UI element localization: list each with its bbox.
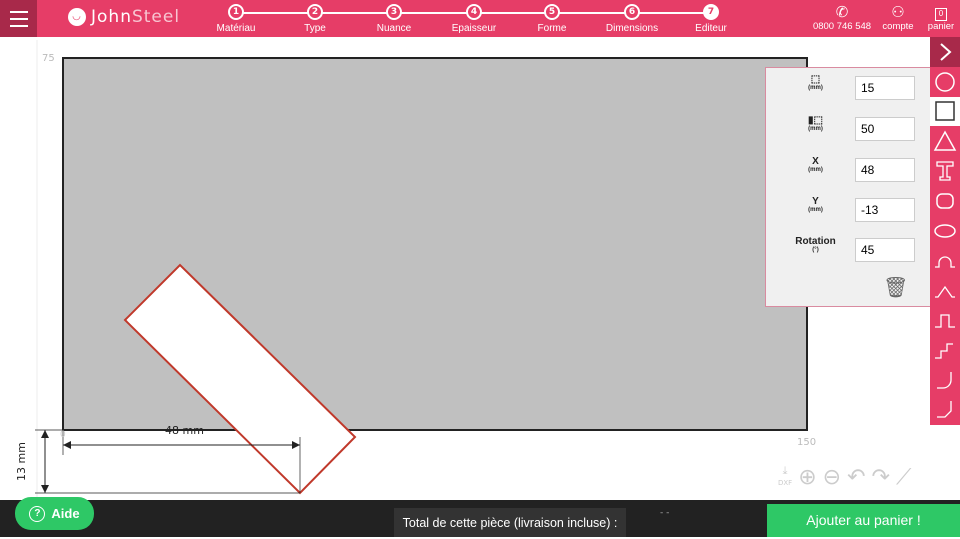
ruler-y-label: 75 (42, 53, 55, 64)
chevron-right-icon (940, 43, 952, 61)
ruler-x-label: 150 (797, 437, 817, 448)
trash-icon[interactable]: 🗑 (883, 275, 908, 299)
arc-tool[interactable] (930, 246, 960, 276)
plate (62, 57, 808, 431)
triangle-tool[interactable] (930, 126, 960, 156)
arc-icon (935, 256, 955, 269)
width-label: ▮⬚ (mm) (808, 115, 823, 132)
rotation-row: Rotation (°) (766, 236, 932, 266)
height-input[interactable] (855, 76, 915, 100)
triangle-icon (933, 130, 957, 152)
ruler-origin-label: 0 (60, 430, 66, 440)
rectangle-tool[interactable] (930, 96, 960, 127)
round-corner-tool[interactable] (930, 365, 960, 395)
collapse-toolbar-button[interactable] (930, 37, 960, 67)
chevron-tool[interactable] (930, 275, 960, 305)
shape-toolbar (930, 37, 960, 425)
width-input[interactable] (855, 117, 915, 141)
angle-corner-icon (937, 401, 952, 419)
help-label: Aide (51, 506, 80, 521)
step-icon (935, 314, 955, 328)
square-icon (935, 101, 955, 122)
oblong-tool[interactable] (930, 186, 960, 216)
ruler-icon[interactable]: ⟋ (896, 465, 911, 490)
step-tool[interactable] (930, 305, 960, 335)
caret-icon (935, 286, 955, 298)
add-to-cart-button[interactable]: Ajouter au panier ! (767, 504, 960, 537)
help-button[interactable]: ? Aide (15, 497, 94, 530)
y-label: Y (mm) (808, 196, 823, 213)
height-row: ⬚ (mm) (766, 74, 932, 104)
dim-y-label: 13 mm (14, 442, 28, 481)
total-value: - - (660, 508, 670, 518)
round-corner-icon (937, 371, 952, 389)
rotation-label: Rotation (°) (795, 236, 836, 253)
circle-tool[interactable] (930, 67, 960, 97)
dxf-download-icon[interactable]: ⤓ DXF (778, 465, 792, 490)
redo-icon[interactable]: ↷ (872, 465, 890, 490)
undo-icon[interactable]: ↶ (847, 465, 865, 490)
properties-panel: ⬚(mm) ▮⬚(mm) X(mm) Y(mm) Rotation(°) 🗑 (765, 67, 931, 307)
height-label: ⬚ (mm) (808, 74, 823, 91)
y-input[interactable] (855, 198, 915, 222)
t-profile-tool[interactable] (930, 156, 960, 186)
ellipse-icon (934, 223, 956, 238)
dim-x-label: 48 mm (165, 424, 204, 437)
zoom-in-icon[interactable]: ⊕ (798, 465, 816, 490)
width-row: ▮⬚ (mm) (766, 115, 932, 145)
ellipse-tool[interactable] (930, 216, 960, 246)
view-tools: ⤓ DXF ⊕ ⊖ ↶ ↷ ⟋ (778, 465, 911, 490)
circle-icon (935, 71, 955, 92)
rotation-input[interactable] (855, 238, 915, 262)
x-input[interactable] (855, 158, 915, 182)
x-label: X (mm) (808, 156, 823, 173)
total-label: Total de cette pièce (livraison incluse)… (394, 508, 626, 537)
double-step-icon (935, 343, 953, 359)
double-step-tool[interactable] (930, 335, 960, 365)
x-row: X (mm) (766, 156, 932, 186)
width-icon: ▮⬚ (808, 115, 823, 126)
height-icon: ⬚ (810, 74, 821, 85)
y-row: Y (mm) (766, 196, 932, 226)
angle-corner-tool[interactable] (930, 395, 960, 425)
oblong-icon (936, 193, 954, 209)
t-profile-icon (936, 161, 954, 181)
zoom-out-icon[interactable]: ⊖ (823, 465, 841, 490)
help-icon: ? (29, 505, 46, 522)
